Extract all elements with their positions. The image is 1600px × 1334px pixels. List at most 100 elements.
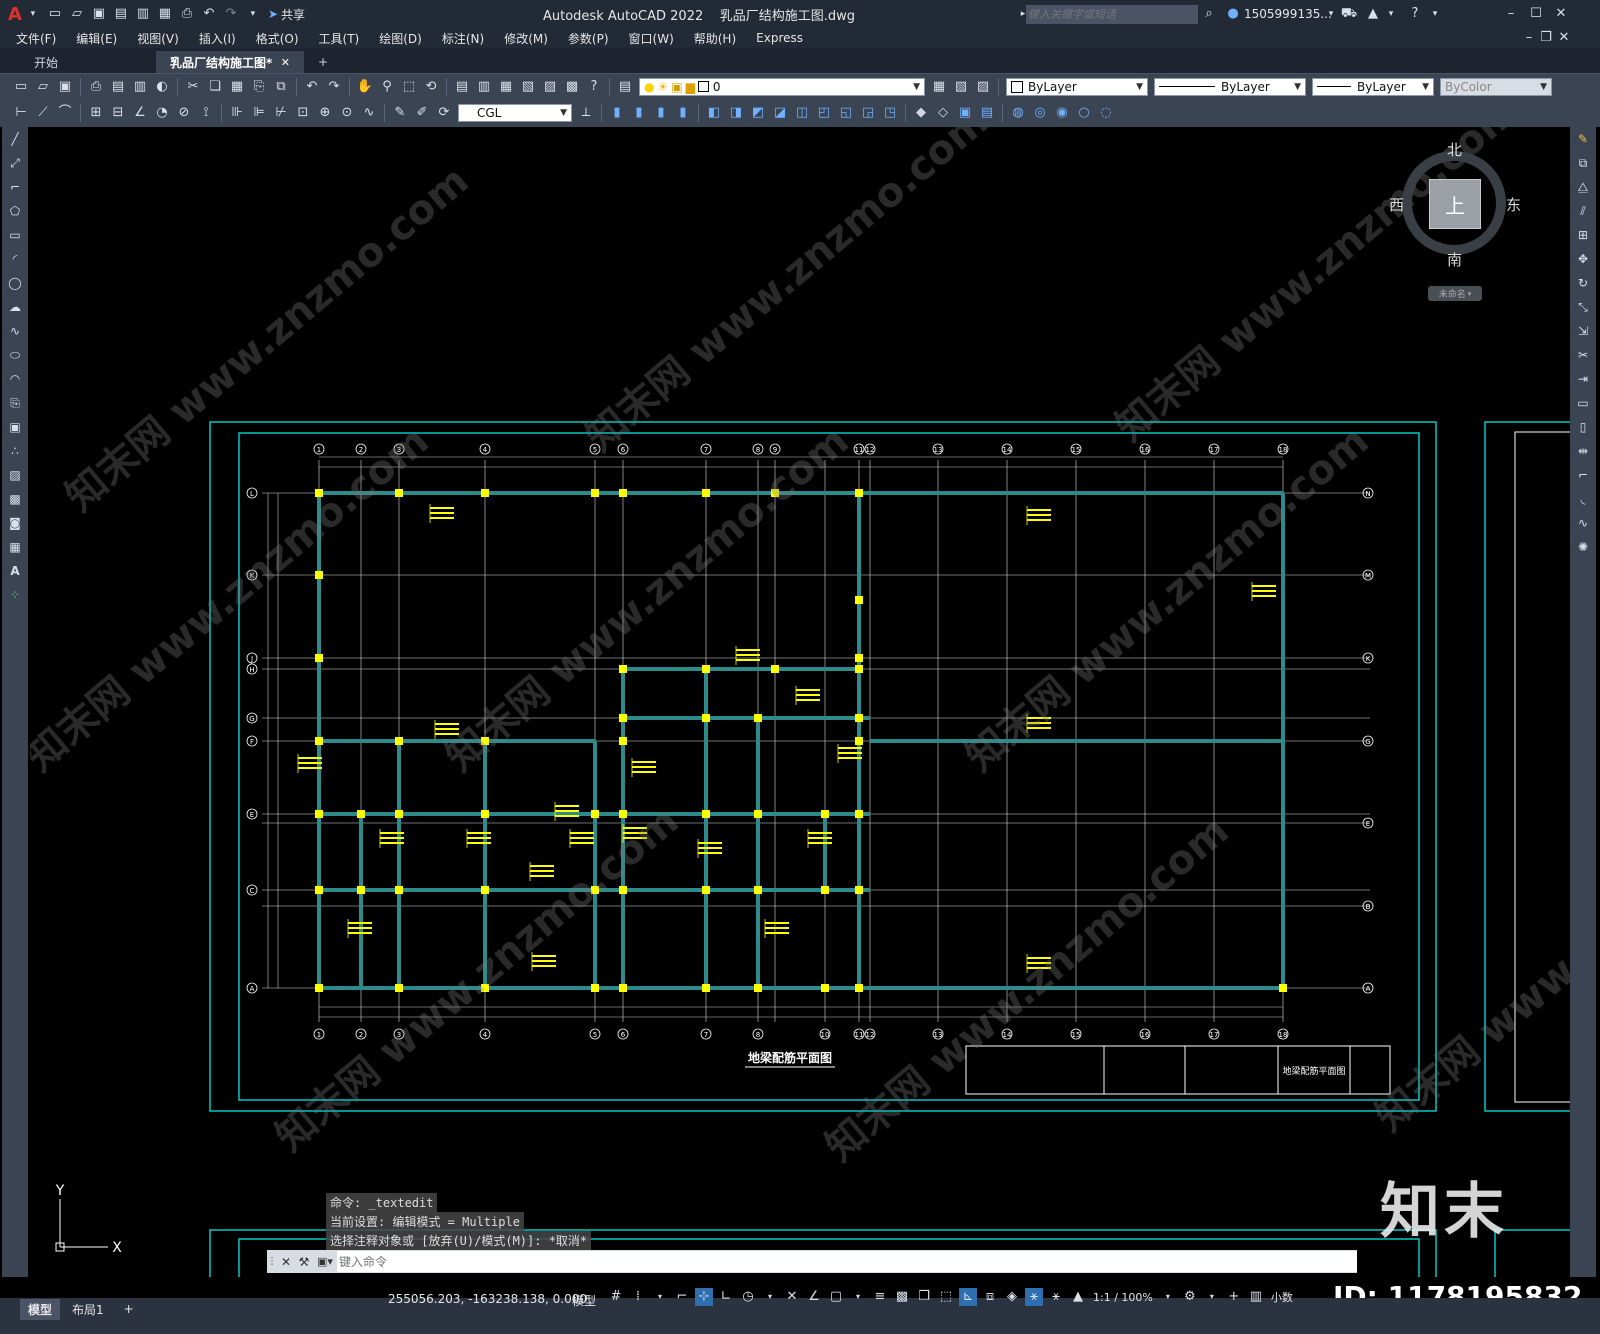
workspace-dropdown-icon[interactable]: ▾ [1203,1288,1221,1306]
save-as-icon[interactable]: ▤ [112,5,130,23]
app-menu-chevron-icon[interactable]: ▾ [24,5,42,23]
paste-icon[interactable]: ▦ [228,78,246,96]
menu-format[interactable]: 格式(O) [246,30,309,47]
tool-b4-icon[interactable]: ◪ [771,104,789,122]
ucs-menu-button[interactable]: 未命名 ▾ [1428,286,1482,301]
compass-west[interactable]: 西 [1389,194,1404,215]
menu-insert[interactable]: 插入(I) [189,30,246,47]
close-icon[interactable]: ✕ [1552,5,1570,23]
user-name[interactable]: 1505999135... [1244,7,1332,21]
share-button[interactable]: ➤ 共享 [268,6,305,23]
region-icon[interactable]: ◙ [6,514,24,532]
qdim-icon[interactable]: ⊪ [228,104,246,122]
annotation-scale-icon[interactable]: ▲ [1069,1288,1087,1306]
annotation-scale-value[interactable]: 1:1 / 100% [1093,1291,1153,1304]
snap-dropdown-icon[interactable]: ▾ [651,1288,669,1306]
menu-edit[interactable]: 编辑(E) [66,30,127,47]
cut-icon[interactable]: ✂ [184,78,202,96]
menu-dimension[interactable]: 标注(N) [432,30,494,47]
mtext-icon[interactable]: A [6,562,24,580]
color-combo[interactable]: ByLayer ▼ [1006,77,1148,96]
open-icon[interactable]: ▱ [34,78,52,96]
sheetset-icon[interactable]: ▧ [519,78,537,96]
tool-d4-icon[interactable]: ○ [1075,104,1093,122]
close-command-icon[interactable]: ✕ [277,1255,295,1269]
tool-b7-icon[interactable]: ◱ [837,104,855,122]
dim-baseline-icon[interactable]: ⊞ [87,104,105,122]
rotate-icon[interactable]: ↻ [1574,274,1592,292]
trim-icon[interactable]: ✂ [1574,346,1592,364]
tool-a4-icon[interactable]: ▮ [674,104,692,122]
stretch-icon[interactable]: ⇲ [1574,322,1592,340]
scale-icon[interactable]: ⤡ [1574,298,1592,316]
text-style-combo[interactable]: CGL ▼ [458,104,572,122]
tool-b1-icon[interactable]: ◧ [705,104,723,122]
polar-dropdown-icon[interactable]: ▾ [761,1288,779,1306]
layer-combo[interactable]: ● ☀ ▣ ▆ 0 ▼ [639,77,925,96]
user-icon[interactable]: ● [1224,5,1242,23]
tool-a1-icon[interactable]: ▮ [608,104,626,122]
spline-icon[interactable]: ∿ [6,322,24,340]
selection-filter-icon[interactable]: ⧈ [981,1288,999,1306]
menu-express[interactable]: Express [746,31,813,45]
autodesk-app-icon[interactable]: ▲ [1364,5,1382,23]
doc-close-icon[interactable]: ✕ [1555,29,1573,47]
add-layout-icon[interactable]: + [116,1300,142,1318]
linetype-combo[interactable]: ByLayer ▼ [1154,77,1306,96]
open-file-icon[interactable]: ▱ [68,5,86,23]
chamfer-icon[interactable]: ⌐ [1574,466,1592,484]
tolerance-icon[interactable]: ⊡ [294,104,312,122]
menu-tools[interactable]: 工具(T) [309,30,370,47]
dim-linear-icon[interactable]: ⊢ [12,104,30,122]
object-snap-tracking-icon[interactable]: ∠ [805,1288,823,1306]
recent-commands-icon[interactable]: ▣▾ [313,1255,337,1268]
point-icon[interactable]: ∴ [6,442,24,460]
dim-break-icon[interactable]: ⊬ [272,104,290,122]
dim-radius-icon[interactable]: ◔ [153,104,171,122]
annotation-monitor-icon[interactable]: + [1225,1288,1243,1306]
isodraft-icon[interactable]: ✕ [783,1288,801,1306]
dim-diameter-icon[interactable]: ⊘ [175,104,193,122]
insert-block-icon[interactable]: ⎘ [6,394,24,412]
compass-east[interactable]: 东 [1506,194,1521,215]
polyline-icon[interactable]: ⌐ [6,178,24,196]
join-icon[interactable]: ⇹ [1574,442,1592,460]
render-icon[interactable]: ◐ [153,78,171,96]
tool-b6-icon[interactable]: ◰ [815,104,833,122]
zoom-realtime-icon[interactable]: ⚲ [378,78,396,96]
design-center-icon[interactable]: ▥ [475,78,493,96]
tool-b2-icon[interactable]: ◨ [727,104,745,122]
viewcube-top-face[interactable]: 上 [1429,179,1481,229]
undo-tb-icon[interactable]: ↶ [303,78,321,96]
osnap-icon[interactable]: ▢ [827,1288,845,1306]
construction-line-icon[interactable]: ⤢ [6,154,24,172]
publish-icon[interactable]: ▥ [131,78,149,96]
plotstyle-combo[interactable]: ByColor ▼ [1440,77,1552,96]
blend-icon[interactable]: ∿ [1574,514,1592,532]
mirror-icon[interactable]: ⧋ [1574,178,1592,196]
menu-view[interactable]: 视图(V) [127,30,189,47]
menu-window[interactable]: 窗口(W) [619,30,684,47]
make-block-icon[interactable]: ▣ [6,418,24,436]
plot-icon[interactable]: ⎙ [178,5,196,23]
tool-d3-icon[interactable]: ◉ [1053,104,1071,122]
zoom-window-icon[interactable]: ⬚ [400,78,418,96]
units-icon[interactable]: ▥ [1247,1288,1265,1306]
properties-icon[interactable]: ▤ [453,78,471,96]
lineweight-combo[interactable]: ByLayer ▼ [1312,77,1434,96]
maximize-icon[interactable]: ☐ [1527,5,1545,23]
help-icon[interactable]: ? [1406,5,1424,23]
infer-constraints-icon[interactable]: ⌐ [673,1288,691,1306]
app-dropdown-icon[interactable]: ▾ [1382,5,1400,23]
qnew-icon[interactable]: ▭ [12,78,30,96]
tool-b5-icon[interactable]: ◫ [793,104,811,122]
inspect-icon[interactable]: ⊙ [338,104,356,122]
qsave-icon[interactable]: ▣ [56,78,74,96]
dim-style-icon[interactable]: ⟂ [577,104,595,122]
menu-file[interactable]: 文件(F) [6,30,66,47]
tool-d5-icon[interactable]: ◌ [1097,104,1115,122]
dynamic-ucs-icon[interactable]: ⊾ [959,1288,977,1306]
compass-north[interactable]: 北 [1447,139,1462,160]
menu-parametric[interactable]: 参数(P) [558,30,619,47]
doc-restore-icon[interactable]: ❐ [1537,29,1555,47]
